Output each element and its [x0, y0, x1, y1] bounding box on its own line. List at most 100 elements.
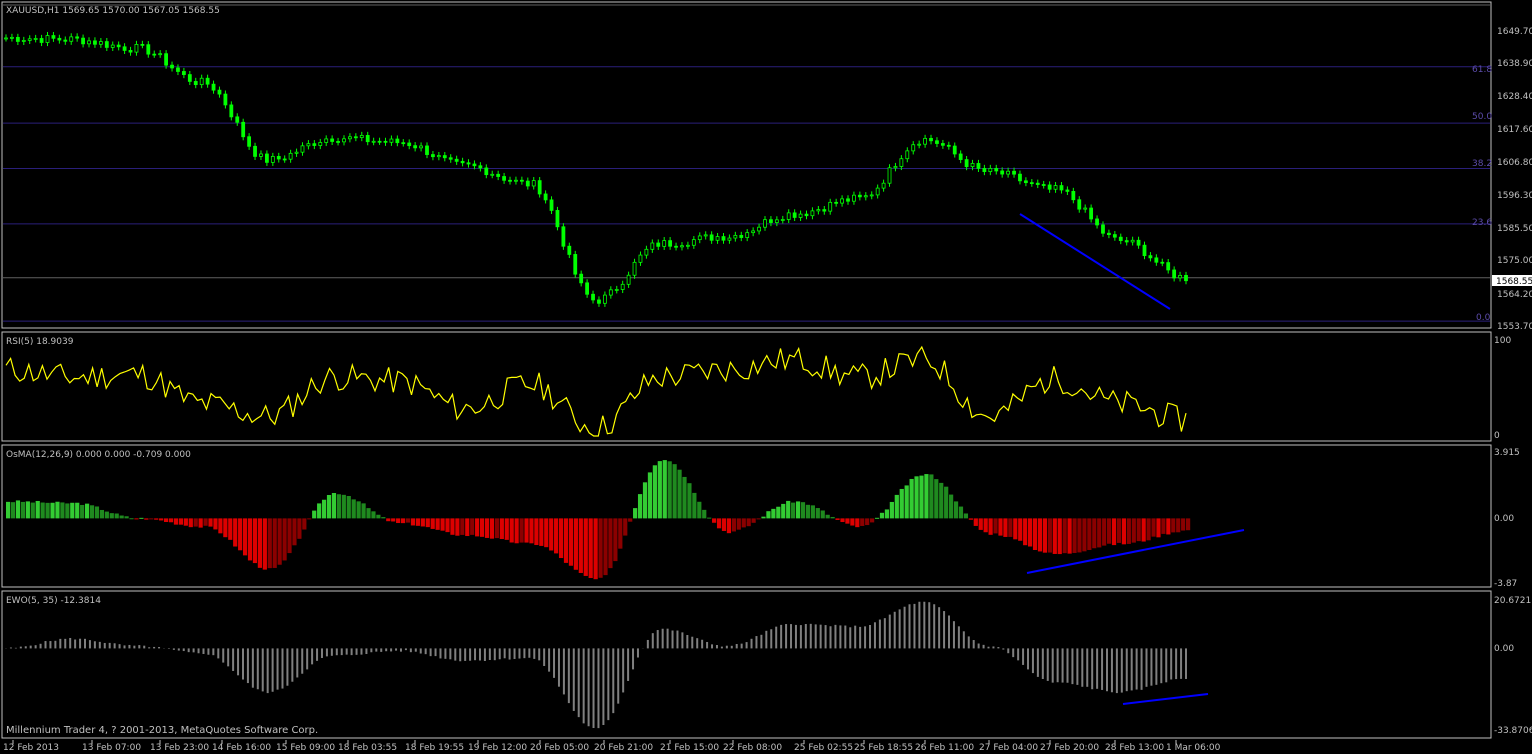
- osma-bar: [820, 510, 825, 519]
- osma-bar: [154, 518, 159, 520]
- osma-bar: [637, 494, 643, 519]
- time-axis-label: 13 Feb 23:00: [150, 743, 209, 753]
- price-candle-body: [905, 150, 910, 160]
- osma-bar: [168, 518, 174, 523]
- osma-bar: [963, 513, 969, 519]
- osma-bar: [1052, 518, 1057, 554]
- osma-bar: [1032, 518, 1038, 550]
- osma-bar: [588, 518, 593, 579]
- price-candle-body: [597, 299, 601, 304]
- osma-bar: [1013, 518, 1018, 540]
- price-candle-body: [413, 145, 418, 149]
- osma-bar: [183, 518, 188, 526]
- osma-bar: [825, 514, 830, 519]
- price-candle-body: [863, 195, 868, 198]
- price-candle-body: [1166, 262, 1171, 271]
- osma-bar: [805, 504, 811, 519]
- osma-bar: [603, 518, 608, 576]
- osma-bar: [455, 518, 460, 536]
- price-candle-body: [834, 201, 839, 204]
- price-candle-body: [514, 179, 518, 182]
- osma-bar: [894, 494, 899, 519]
- price-candle-body: [1077, 199, 1082, 210]
- price-candle-body: [395, 138, 400, 144]
- osma-bar: [425, 518, 430, 528]
- ewo-tick: -33.8706: [1494, 726, 1532, 736]
- osma-bar: [238, 518, 243, 551]
- price-candle-body: [223, 93, 228, 106]
- price-candle-body: [1012, 170, 1016, 175]
- price-candle-body: [715, 236, 720, 241]
- osma-bar: [1008, 518, 1013, 537]
- price-candle-body: [982, 168, 987, 172]
- price-candle-body: [899, 158, 904, 167]
- osma-bar: [430, 518, 435, 529]
- price-candle-body: [235, 116, 240, 123]
- osma-bar: [346, 496, 351, 519]
- osma-bar: [233, 518, 238, 547]
- trading-terminal-chart[interactable]: XAUUSD,H1 1569.65 1570.00 1567.05 1568.5…: [0, 0, 1532, 754]
- price-candle-body: [846, 198, 850, 202]
- price-candle-body: [1112, 234, 1117, 238]
- current-price-label: 1568.55: [1496, 277, 1532, 287]
- osma-pane[interactable]: [1, 444, 1492, 588]
- price-candle-body: [751, 230, 756, 234]
- osma-bar: [919, 475, 924, 519]
- osma-bar: [899, 488, 904, 519]
- price-candle-body: [63, 39, 68, 42]
- time-axis-label: 20 Feb 05:00: [530, 743, 589, 753]
- osma-bar: [568, 518, 574, 566]
- price-candle-body: [229, 104, 234, 118]
- osma-bar: [208, 518, 213, 527]
- osma-bar: [475, 518, 480, 537]
- price-candle-body: [644, 248, 649, 256]
- osma-bar: [114, 513, 119, 519]
- time-axis-label: 28 Feb 13:00: [1105, 743, 1164, 753]
- osma-bar: [573, 518, 578, 570]
- price-candle-body: [193, 81, 198, 86]
- osma-bar: [1176, 518, 1181, 533]
- osma-bar: [1102, 518, 1107, 546]
- price-candle-body: [1124, 240, 1129, 243]
- rsi-header: RSI(5) 18.9039: [6, 337, 74, 347]
- price-candle-body: [757, 226, 761, 232]
- price-candle-body: [466, 162, 471, 165]
- price-candle-body: [98, 41, 103, 45]
- price-candle-body: [265, 153, 269, 163]
- price-candle-body: [680, 245, 684, 248]
- price-candle-body: [727, 237, 732, 241]
- osma-bar: [317, 503, 322, 519]
- price-candle-body: [342, 138, 346, 143]
- price-candle-body: [259, 153, 263, 157]
- osma-bar: [741, 518, 746, 528]
- price-candle-body: [1071, 191, 1076, 201]
- osma-bar: [815, 508, 820, 519]
- osma-bar: [830, 516, 835, 519]
- osma-bar: [736, 518, 741, 530]
- price-candle-body: [1136, 239, 1141, 246]
- rsi-pane[interactable]: [1, 331, 1492, 442]
- osma-bar: [55, 501, 60, 519]
- ewo-pane[interactable]: [1, 590, 1492, 739]
- osma-bar: [884, 509, 890, 519]
- price-candle-body: [1089, 207, 1094, 220]
- osma-bar: [1003, 518, 1008, 537]
- osma-bar: [420, 518, 425, 527]
- osma-bar: [371, 511, 376, 519]
- price-pane[interactable]: [1, 1, 1492, 329]
- price-candle-body: [460, 160, 465, 164]
- osma-bar: [800, 502, 806, 519]
- price-candle-body: [988, 168, 993, 172]
- osma-bar: [242, 518, 248, 556]
- price-candle-body: [531, 180, 536, 187]
- osma-bar: [450, 518, 455, 535]
- osma-bar: [80, 504, 85, 519]
- price-candle-body: [614, 289, 619, 291]
- price-candle-body: [769, 219, 773, 223]
- osma-bar: [618, 518, 623, 549]
- osma-bar: [1087, 518, 1092, 550]
- osma-bar: [1146, 518, 1151, 541]
- price-candle-body: [407, 142, 412, 147]
- rsi-tick: 100: [1494, 336, 1511, 346]
- time-axis-label: 27 Feb 20:00: [1040, 743, 1099, 753]
